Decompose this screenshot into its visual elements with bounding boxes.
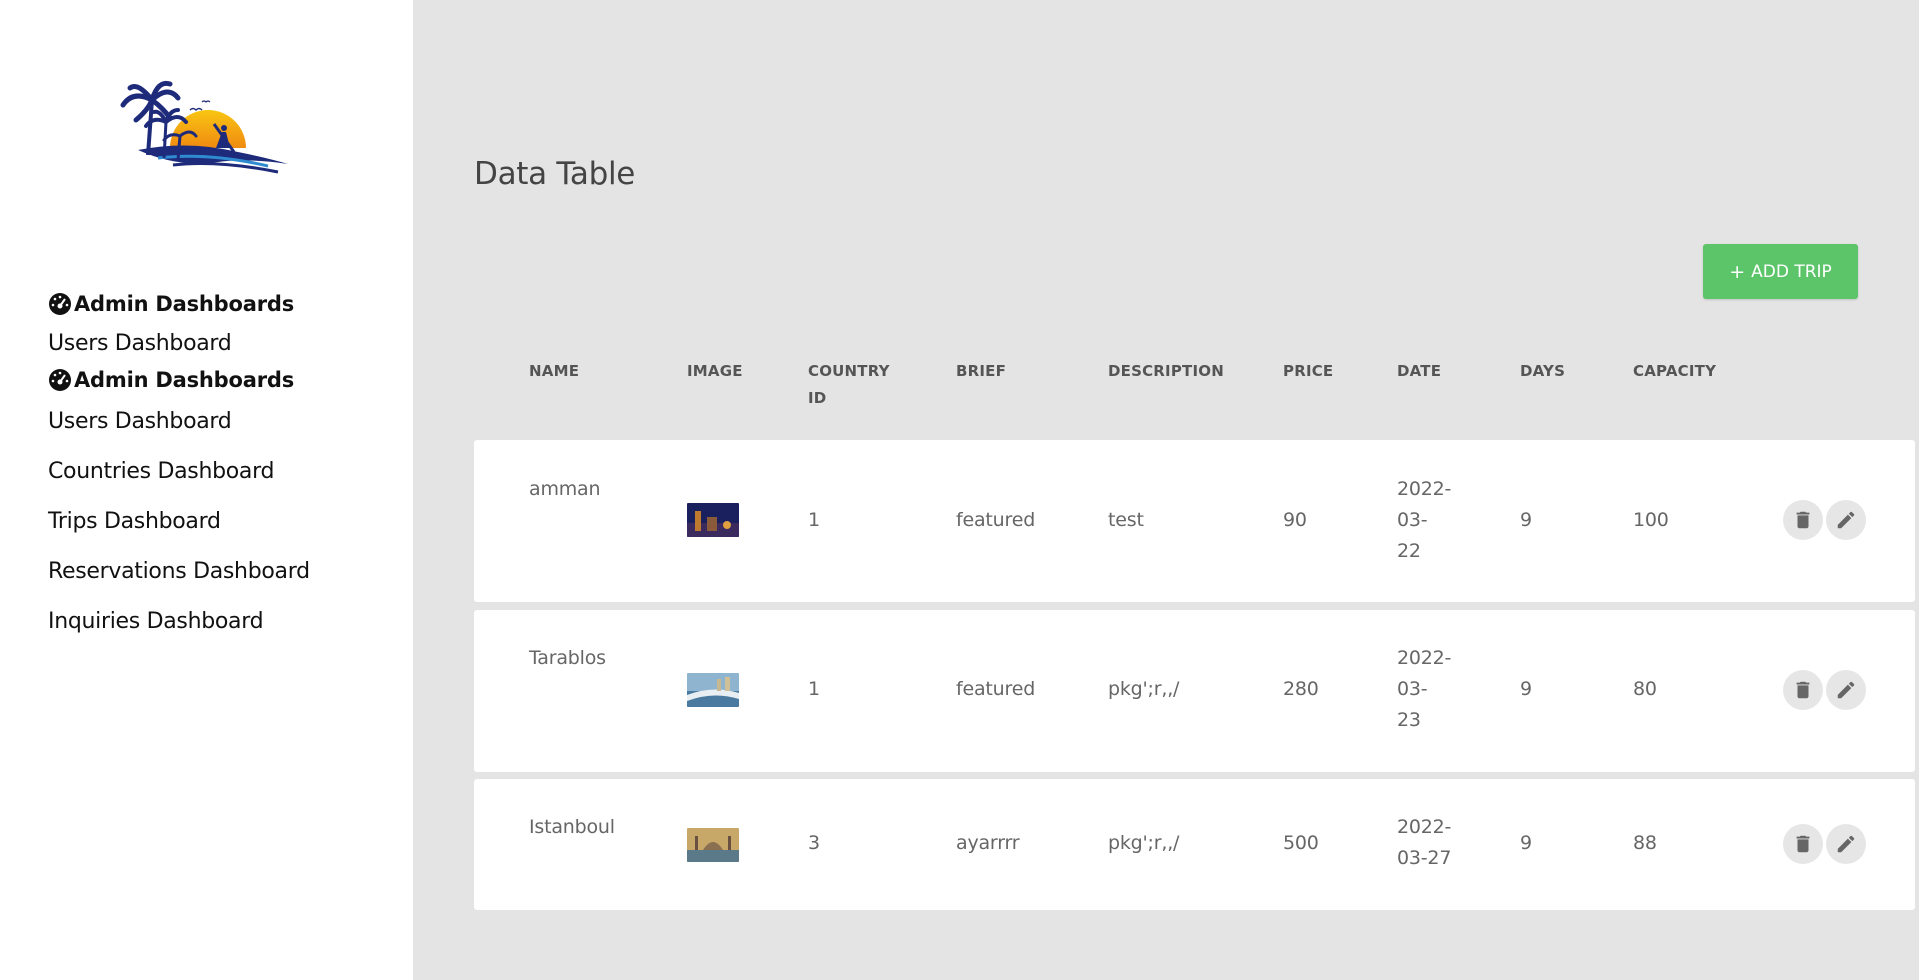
add-trip-button[interactable]: + ADD TRIP <box>1703 244 1858 299</box>
sidebar-item-inquiries[interactable]: Inquiries Dashboard <box>48 602 310 652</box>
column-header-brief: BRIEF <box>956 362 1007 380</box>
cell-name: amman <box>529 478 601 500</box>
pencil-icon <box>1837 835 1855 853</box>
delete-button[interactable] <box>1783 670 1823 710</box>
column-header-capacity: CAPACITY <box>1633 362 1717 380</box>
cell-date: 2022- 03- 22 <box>1397 474 1451 567</box>
sidebar-item-reservations[interactable]: Reservations Dashboard <box>48 552 310 602</box>
column-header-price: PRICE <box>1283 362 1334 380</box>
sidebar-item-countries[interactable]: Countries Dashboard <box>48 452 310 502</box>
cell-description: pkg';r,,/ <box>1108 678 1180 700</box>
plus-icon: + <box>1729 260 1746 283</box>
dashboard-icon <box>49 369 71 391</box>
nav-heading-admin: Admin Dashboards <box>48 286 310 322</box>
cell-country-id: 1 <box>808 509 820 531</box>
nav-heading-label: Admin Dashboards <box>74 292 294 316</box>
cell-country-id: 1 <box>808 678 820 700</box>
cell-capacity: 80 <box>1633 678 1657 700</box>
dashboard-icon <box>49 293 71 315</box>
sidebar-item-users-2[interactable]: Users Dashboard <box>48 402 310 452</box>
add-trip-label: ADD TRIP <box>1751 261 1832 282</box>
cell-brief: ayarrrr <box>956 832 1020 854</box>
cell-date-line: 03- <box>1397 678 1428 700</box>
sidebar-item-users[interactable]: Users Dashboard <box>48 324 310 362</box>
cell-days: 9 <box>1520 678 1532 700</box>
cell-description: pkg';r,,/ <box>1108 832 1180 854</box>
cell-name: Istanboul <box>529 816 615 838</box>
cell-capacity: 100 <box>1633 509 1669 531</box>
logo <box>120 80 288 174</box>
column-header-country-id-line2: ID <box>808 389 827 407</box>
pencil-icon <box>1837 681 1855 699</box>
cell-date-line: 03- <box>1397 509 1428 531</box>
column-header-days: DAYS <box>1520 362 1566 380</box>
sidebar-item-trips[interactable]: Trips Dashboard <box>48 502 310 552</box>
cell-name: Tarablos <box>529 647 606 669</box>
cell-date: 2022- 03- 23 <box>1397 643 1451 736</box>
column-header-image: IMAGE <box>687 362 743 380</box>
cell-price: 280 <box>1283 678 1319 700</box>
pencil-icon <box>1837 511 1855 529</box>
sidebar-nav: Admin Dashboards Users Dashboard Admin D… <box>48 286 310 652</box>
column-header-country-id-line1: COUNTRY <box>808 362 890 380</box>
trash-icon <box>1796 835 1810 853</box>
cell-date-line: 03-27 <box>1397 847 1452 869</box>
column-header-name: NAME <box>529 362 580 380</box>
cell-brief: featured <box>956 509 1036 531</box>
page-title: Data Table <box>474 156 636 192</box>
trip-thumbnail <box>687 828 739 862</box>
cell-date-line: 23 <box>1397 709 1421 731</box>
column-header-date: DATE <box>1397 362 1442 380</box>
cell-days: 9 <box>1520 832 1532 854</box>
cell-price: 90 <box>1283 509 1307 531</box>
delete-button[interactable] <box>1783 500 1823 540</box>
cell-days: 9 <box>1520 509 1532 531</box>
edit-button[interactable] <box>1826 670 1866 710</box>
sidebar: Admin Dashboards Users Dashboard Admin D… <box>0 0 413 980</box>
trip-thumbnail <box>687 503 739 537</box>
cell-date-line: 2022- <box>1397 816 1452 838</box>
edit-button[interactable] <box>1826 824 1866 864</box>
cell-date-line: 2022- <box>1397 647 1452 669</box>
cell-price: 500 <box>1283 832 1319 854</box>
edit-button[interactable] <box>1826 500 1866 540</box>
cell-date: 2022- 03-27 <box>1397 812 1451 874</box>
cell-description: test <box>1108 509 1144 531</box>
trip-thumbnail <box>687 673 739 707</box>
column-header-country-id: COUNTRY ID <box>808 358 890 412</box>
nav-heading-label: Admin Dashboards <box>74 368 294 392</box>
trash-icon <box>1796 681 1810 699</box>
trash-icon <box>1796 511 1810 529</box>
cell-country-id: 3 <box>808 832 820 854</box>
cell-date-line: 2022- <box>1397 478 1452 500</box>
nav-heading-admin-2: Admin Dashboards <box>48 362 310 398</box>
cell-date-line: 22 <box>1397 540 1421 562</box>
cell-capacity: 88 <box>1633 832 1657 854</box>
column-header-description: DESCRIPTION <box>1108 362 1224 380</box>
cell-brief: featured <box>956 678 1036 700</box>
delete-button[interactable] <box>1783 824 1823 864</box>
